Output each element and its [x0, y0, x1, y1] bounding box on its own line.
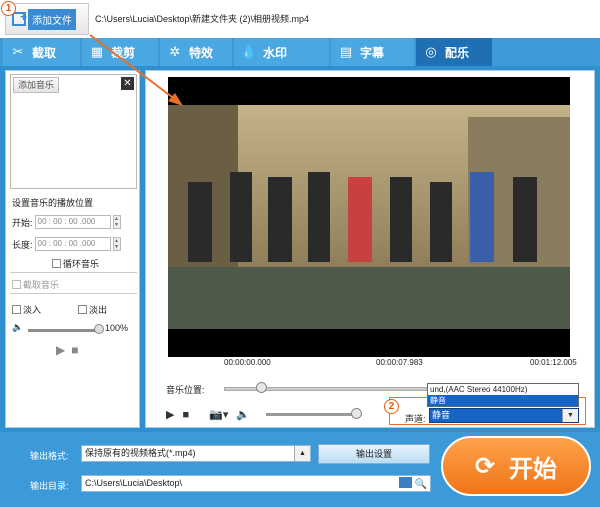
audio-track-selected: 静音 — [432, 410, 451, 420]
output-dir-input[interactable]: C:\Users\Lucia\Desktop\ 🔍 — [81, 475, 431, 492]
fade-out-checkbox[interactable] — [78, 305, 87, 314]
cut-music-row: 截取音乐 — [12, 278, 59, 291]
chevron-down-icon[interactable]: ▼ — [562, 409, 578, 422]
search-icon[interactable]: 🔍 — [415, 477, 427, 492]
position-title: 设置音乐的播放位置 — [12, 198, 94, 208]
start-button[interactable]: ⟳ 开始 — [441, 436, 591, 496]
tab-cut[interactable]: ✂ 截取 — [3, 38, 80, 66]
watermark-icon: 💧 — [240, 44, 258, 59]
fade-in-checkbox[interactable] — [12, 305, 21, 314]
function-tabs: ✂ 截取 ▦ 裁剪 ✲ 特效 💧 水印 ▤ 字幕 ◎ 配乐 — [0, 38, 600, 66]
callout-badge-1: 1 — [1, 1, 16, 16]
time-end: 00:01:12.005 — [530, 358, 577, 367]
start-time-stepper[interactable]: ▲ ▼ — [112, 215, 121, 229]
close-icon[interactable]: ✕ — [121, 77, 134, 90]
add-file-icon: + — [12, 10, 27, 26]
tab-crop-label: 裁剪 — [111, 45, 136, 60]
music-playback-controls: ▶ ■ — [56, 343, 78, 357]
speaker-icon[interactable]: 🔈 — [236, 408, 250, 421]
music-position-thumb[interactable] — [256, 382, 267, 393]
length-time-input[interactable]: 00 : 00 : 00 .000 — [34, 237, 111, 251]
volume-value: 100% — [105, 323, 129, 333]
player-volume-thumb[interactable] — [351, 408, 362, 419]
audio-track-option[interactable]: 静音 — [428, 395, 578, 406]
add-file-label: 添加文件 — [28, 8, 76, 30]
subtitle-icon: ▤ — [339, 44, 353, 59]
video-player-panel: 00:00:00.000 00:00:07.983 00:01:12.005 音… — [145, 70, 595, 428]
loop-label: 循环音乐 — [63, 259, 100, 269]
length-label: 长度: — [12, 239, 33, 250]
fade-out-label: 淡出 — [89, 305, 108, 315]
folder-icon[interactable] — [399, 477, 412, 488]
length-time-stepper[interactable]: ▲ ▼ — [112, 237, 121, 251]
start-row: 开始: 00 : 00 : 00 .000 ▲ ▼ — [12, 215, 121, 229]
music-position-label: 音乐位置: — [166, 385, 205, 395]
effects-icon: ✲ — [169, 44, 181, 59]
time-current: 00:00:07.983 — [376, 358, 423, 367]
output-dir-value: C:\Users\Lucia\Desktop\ — [85, 478, 183, 488]
volume-slider-thumb[interactable] — [94, 324, 104, 334]
video-frame-image — [168, 77, 570, 357]
music-panel: 添加音乐 ✕ 设置音乐的播放位置 开始: 00 : 00 : 00 .000 ▲… — [5, 70, 140, 428]
music-stop-icon[interactable]: ■ — [71, 343, 78, 357]
tab-effects[interactable]: ✲ 特效 — [160, 38, 232, 66]
scissors-icon: ✂ — [12, 44, 24, 59]
fade-in-row: 淡入 — [12, 303, 41, 316]
crop-icon: ▦ — [90, 44, 104, 59]
audio-track-option[interactable]: und,(AAC Stereo 44100Hz) — [428, 384, 578, 395]
divider — [10, 272, 137, 273]
audio-track-label: 声道: — [405, 414, 426, 424]
play-icon[interactable]: ▶ — [166, 408, 174, 421]
start-time-input[interactable]: 00 : 00 : 00 .000 — [34, 215, 111, 229]
tab-crop[interactable]: ▦ 裁剪 — [82, 38, 158, 66]
divider — [10, 293, 137, 294]
start-label: 开始: — [12, 217, 33, 228]
player-volume-slider[interactable] — [266, 413, 361, 416]
add-music-button[interactable]: 添加音乐 — [13, 77, 60, 93]
file-path: C:\Users\Lucia\Desktop\新建文件夹 (2)\相册视频.mp… — [95, 14, 310, 24]
tab-subtitle-label: 字幕 — [360, 45, 385, 60]
length-row: 长度: 00 : 00 : 00 .000 ▲ ▼ — [12, 237, 121, 251]
callout-badge-2: 2 — [384, 399, 399, 414]
stop-icon[interactable]: ■ — [182, 409, 189, 421]
add-file-button[interactable]: + 添加文件 — [5, 3, 89, 35]
tab-music-label: 配乐 — [445, 45, 470, 60]
output-format-select[interactable]: 保持原有的视频格式(*.mp4) ▲ — [81, 445, 311, 462]
chevron-up-icon[interactable]: ▲ — [294, 446, 310, 461]
cut-music-label: 截取音乐 — [23, 280, 60, 290]
tab-watermark[interactable]: 💧 水印 — [234, 38, 329, 66]
loop-row: 循环音乐 — [52, 257, 99, 270]
tab-cut-label: 截取 — [32, 45, 57, 60]
volume-slider[interactable] — [28, 329, 103, 332]
fade-out-row: 淡出 — [78, 303, 107, 316]
output-format-value: 保持原有的视频格式(*.mp4) — [85, 448, 196, 458]
music-play-icon[interactable]: ▶ — [56, 343, 65, 357]
music-icon: ◎ — [425, 44, 437, 59]
music-position-slider[interactable] — [224, 387, 430, 391]
tab-music[interactable]: ◎ 配乐 — [416, 38, 492, 66]
top-file-bar: + 添加文件 C:\Users\Lucia\Desktop\新建文件夹 (2)\… — [0, 0, 600, 38]
fade-in-label: 淡入 — [23, 305, 42, 315]
tab-watermark-label: 水印 — [263, 45, 288, 60]
tab-subtitle[interactable]: ▤ 字幕 — [331, 38, 414, 66]
audio-track-select[interactable]: 静音 ▼ — [429, 408, 579, 423]
tab-effects-label: 特效 — [189, 45, 214, 60]
loop-checkbox[interactable] — [52, 259, 61, 268]
time-start: 00:00:00.000 — [224, 358, 271, 367]
output-settings-button[interactable]: 输出设置 — [318, 444, 430, 464]
refresh-icon: ⟳ — [474, 452, 496, 480]
player-controls: ▶ ■ 📷▾ 🔈 — [166, 408, 250, 422]
audio-track-dropdown-list: und,(AAC Stereo 44100Hz) 静音 — [427, 383, 579, 407]
output-dir-label: 输出目录: — [30, 481, 69, 491]
music-list[interactable]: 添加音乐 ✕ — [10, 74, 137, 189]
volume-icon[interactable]: 🔈 — [12, 322, 23, 333]
output-format-label: 输出格式: — [30, 451, 69, 461]
video-preview[interactable] — [168, 77, 570, 357]
cut-music-checkbox[interactable] — [12, 280, 21, 289]
start-label: 开始 — [509, 455, 558, 483]
camera-icon[interactable]: 📷▾ — [209, 408, 228, 421]
